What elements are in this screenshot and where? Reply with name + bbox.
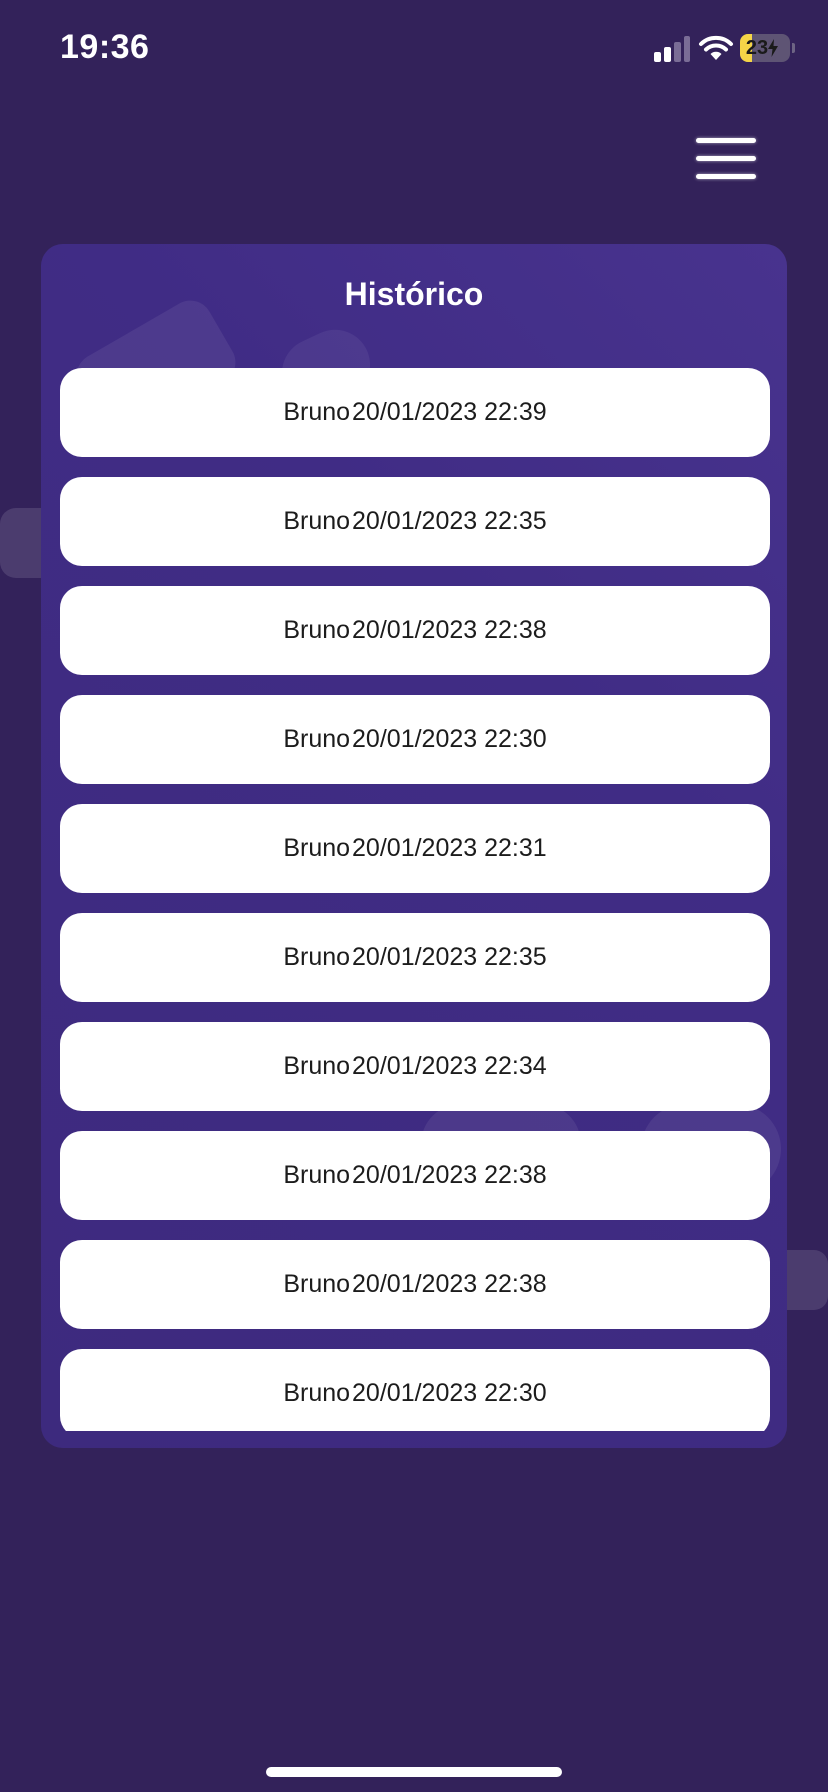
history-list-item[interactable]: Bruno 20/01/2023 22:38: [60, 586, 770, 675]
history-list[interactable]: Bruno 20/01/2023 22:39 Bruno 20/01/2023 22…: [60, 368, 770, 1431]
item-name: Bruno: [283, 943, 351, 971]
history-list-item[interactable]: Bruno 20/01/2023 22:38: [60, 1131, 770, 1220]
item-name: Bruno: [283, 616, 351, 644]
hamburger-menu-button[interactable]: [692, 130, 762, 190]
history-card: Histórico Bruno 20/01/2023 22:39 Bruno 20/…: [41, 244, 787, 1448]
hamburger-menu-icon: [696, 138, 756, 143]
page-title: Histórico: [344, 276, 484, 312]
history-list-item[interactable]: Bruno 20/01/2023 22:38: [60, 1240, 770, 1329]
battery-nub: [792, 43, 795, 53]
battery-indicator: 23: [740, 34, 790, 62]
hamburger-menu-icon-line: [696, 156, 756, 161]
item-name: Bruno: [283, 834, 351, 862]
history-list-item[interactable]: Bruno 20/01/2023 22:30: [60, 695, 770, 784]
item-datetime: 20/01/2023 22:35: [352, 507, 547, 535]
battery-level: 23: [745, 36, 769, 59]
history-list-item[interactable]: Bruno 20/01/2023 22:35: [60, 913, 770, 1002]
item-name: Bruno: [283, 1052, 351, 1080]
item-datetime: 20/01/2023 22:38: [352, 616, 547, 644]
history-list-item[interactable]: Bruno 20/01/2023 22:34: [60, 1022, 770, 1111]
history-list-item[interactable]: Bruno 20/01/2023 22:31: [60, 804, 770, 893]
item-name: Bruno: [283, 507, 351, 535]
battery-level-text: 23: [740, 34, 784, 62]
item-datetime: 20/01/2023 22:30: [352, 725, 547, 753]
history-list-item[interactable]: Bruno 20/01/2023 22:30: [60, 1349, 770, 1431]
hamburger-menu-icon-line: [696, 174, 756, 179]
wifi-icon: [699, 35, 733, 60]
signal-bars-icon: [654, 36, 690, 62]
item-datetime: 20/01/2023 22:38: [352, 1161, 547, 1189]
home-indicator[interactable]: [266, 1767, 562, 1777]
item-name: Bruno: [283, 1379, 351, 1407]
status-time: 19:36: [60, 28, 150, 66]
history-list-item[interactable]: Bruno 20/01/2023 22:39: [60, 368, 770, 457]
item-name: Bruno: [283, 725, 351, 753]
item-datetime: 20/01/2023 22:39: [352, 398, 547, 426]
item-name: Bruno: [283, 398, 351, 426]
charging-bolt-icon: [768, 39, 779, 57]
history-list-item[interactable]: Bruno 20/01/2023 22:35: [60, 477, 770, 566]
item-datetime: 20/01/2023 22:31: [352, 834, 547, 862]
item-datetime: 20/01/2023 22:34: [352, 1052, 547, 1080]
item-datetime: 20/01/2023 22:38: [352, 1270, 547, 1298]
status-bar: 19:36 23: [0, 0, 828, 100]
item-datetime: 20/01/2023 22:30: [352, 1379, 547, 1407]
item-datetime: 20/01/2023 22:35: [352, 943, 547, 971]
item-name: Bruno: [283, 1270, 351, 1298]
item-name: Bruno: [283, 1161, 351, 1189]
